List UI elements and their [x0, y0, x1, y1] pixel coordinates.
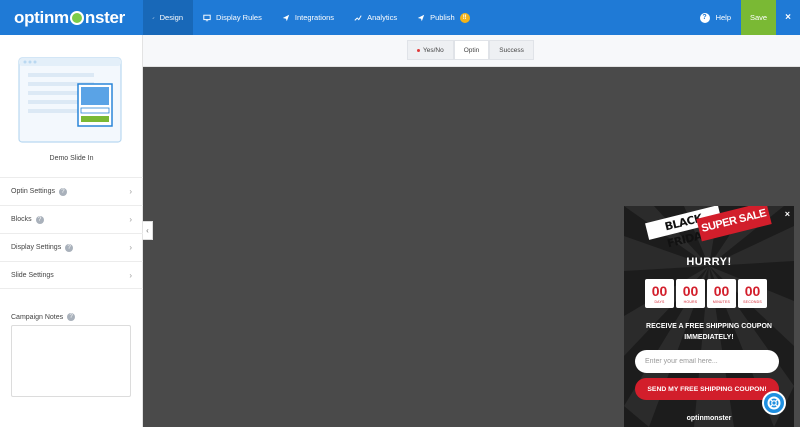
publish-warning-badge: !! [459, 12, 470, 23]
info-icon[interactable]: ? [65, 243, 74, 252]
logo-text-start: optinm [14, 7, 69, 27]
tab-integrations[interactable]: Integrations [272, 0, 344, 35]
optinmonster-footer-logo: optinmonster [686, 415, 732, 422]
display-settings-section[interactable]: Display Settings ? › [0, 233, 143, 261]
chevron-right-icon: › [129, 187, 132, 196]
campaign-notes-textarea[interactable] [11, 325, 131, 397]
tab-label: Optin [463, 46, 480, 54]
tab-display-rules[interactable]: Display Rules [193, 0, 272, 35]
close-icon[interactable]: × [776, 0, 800, 35]
tab-publish[interactable]: Publish !! [407, 0, 480, 35]
info-icon[interactable]: ? [35, 215, 44, 224]
chevron-right-icon: › [129, 215, 132, 224]
timer-hours: 00 HOURS [676, 279, 705, 308]
timer-value: 00 [682, 282, 699, 299]
timer-value: 00 [744, 282, 761, 299]
view-tabs: Yes/No Optin Success [407, 40, 534, 60]
hurry-text: HURRY! [686, 256, 732, 268]
send-icon [417, 14, 425, 21]
chevron-right-icon: › [129, 270, 132, 280]
tab-label: Success [499, 46, 524, 54]
timer-days: 00 DAYS [645, 279, 674, 308]
logo-text-end: nster [84, 7, 125, 27]
tab-label: Yes/No [423, 46, 444, 54]
sidebar: Demo Slide In Optin Settings ? › Blocks … [0, 35, 143, 427]
top-bar: optinm nster Design Display Rules Integr… [0, 0, 800, 35]
tab-success[interactable]: Success [489, 40, 534, 60]
close-icon[interactable]: × [785, 209, 790, 219]
timer-seconds: 00 SECONDS [738, 279, 767, 308]
info-icon[interactable]: ? [67, 313, 76, 321]
blocks-section[interactable]: Blocks ? › [0, 205, 143, 233]
view-switcher-bar: Yes/No Optin Success [143, 35, 800, 67]
support-lifebuoy-button[interactable] [762, 391, 786, 415]
send-coupon-button[interactable]: SEND MY FREE SHIPPING COUPON! [635, 378, 779, 400]
email-input[interactable] [635, 350, 779, 373]
timer-unit: DAYS [654, 299, 665, 304]
status-dot-icon [417, 48, 420, 52]
section-label: Blocks [11, 216, 32, 223]
campaign-notes-label: Campaign Notes ? [11, 313, 76, 321]
chart-icon [354, 14, 362, 21]
help-icon: ? [699, 12, 710, 23]
slide-settings-section[interactable]: Slide Settings › [0, 261, 143, 289]
notes-label-text: Campaign Notes [11, 313, 64, 321]
timer-unit: SECONDS [743, 299, 762, 304]
offer-text: RECEIVE A FREE SHIPPING COUPON IMMEDIATE… [646, 323, 772, 341]
timer-unit: HOURS [683, 299, 698, 304]
info-icon[interactable]: ? [58, 187, 67, 196]
timer-value: 00 [651, 282, 668, 299]
slide-in-template-thumbnail[interactable] [18, 57, 122, 143]
section-label: Slide Settings [11, 271, 54, 279]
section-label: Optin Settings [11, 188, 55, 195]
timer-minutes: 00 MINUTES [707, 279, 736, 308]
monitor-icon [203, 14, 211, 21]
optin-settings-section[interactable]: Optin Settings ? › [0, 177, 143, 205]
tab-yes-no[interactable]: Yes/No [407, 40, 454, 60]
tab-publish-label: Publish [430, 13, 455, 22]
collapse-sidebar-button[interactable]: ‹ [143, 221, 153, 240]
lifebuoy-icon [767, 396, 781, 410]
tab-analytics-label: Analytics [367, 13, 398, 22]
tab-integrations-label: Integrations [294, 13, 335, 22]
section-label: Display Settings [11, 244, 62, 251]
save-button[interactable]: Save [741, 0, 776, 35]
tab-display-rules-label: Display Rules [216, 13, 262, 22]
help-link[interactable]: ? Help [699, 12, 741, 23]
monster-eye-icon [69, 10, 84, 25]
tab-optin[interactable]: Optin [453, 40, 490, 60]
chevron-right-icon: › [129, 243, 132, 252]
tab-analytics[interactable]: Analytics [344, 0, 407, 35]
plane-icon [282, 14, 290, 21]
timer-value: 00 [713, 282, 730, 299]
optinmonster-logo[interactable]: optinm nster [0, 0, 143, 35]
tab-design-label: Design [159, 13, 183, 22]
countdown-timer: 00 DAYS 00 HOURS 00 MINUTES 00 SECONDS [645, 279, 767, 308]
help-label: Help [715, 13, 731, 22]
template-name: Demo Slide In [49, 155, 94, 162]
brush-icon [152, 16, 155, 19]
timer-unit: MINUTES [712, 299, 731, 304]
tab-design[interactable]: Design [143, 0, 193, 35]
